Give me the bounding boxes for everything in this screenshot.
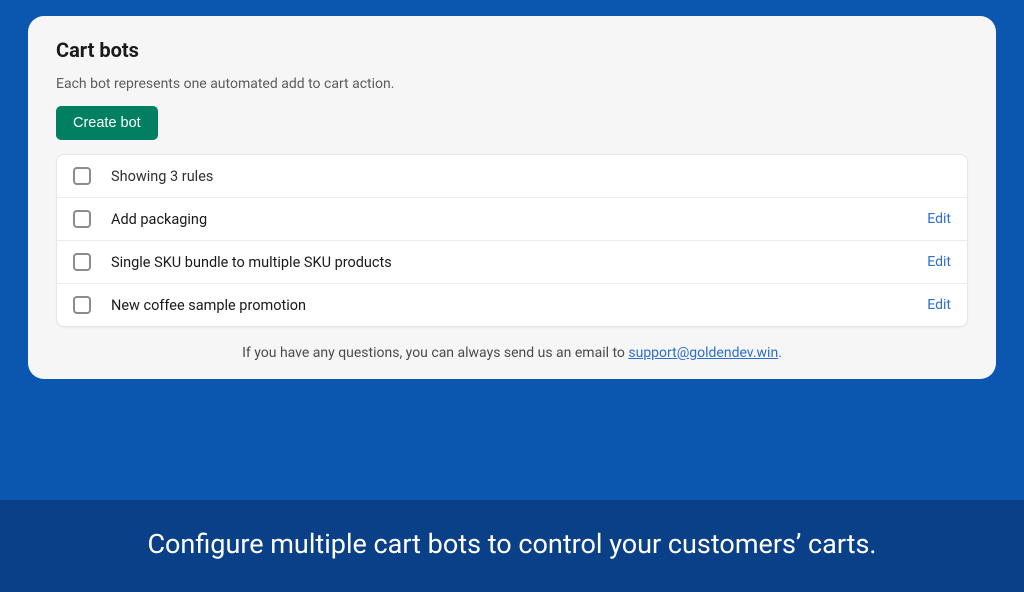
rule-label: Single SKU bundle to multiple SKU produc… — [111, 254, 927, 271]
edit-link[interactable]: Edit — [927, 297, 951, 313]
rule-label: New coffee sample promotion — [111, 297, 927, 314]
footer-suffix: . — [778, 345, 782, 361]
rules-list: Showing 3 rules Add packaging Edit Singl… — [56, 154, 968, 327]
edit-link[interactable]: Edit — [927, 254, 951, 270]
rule-label: Add packaging — [111, 211, 927, 228]
page-title: Cart bots — [56, 38, 968, 62]
rule-checkbox[interactable] — [73, 210, 91, 228]
rule-checkbox[interactable] — [73, 253, 91, 271]
panel-description: Each bot represents one automated add to… — [56, 76, 968, 92]
edit-link[interactable]: Edit — [927, 211, 951, 227]
rule-checkbox[interactable] — [73, 296, 91, 314]
rule-row: Add packaging Edit — [57, 198, 967, 241]
footer-note: If you have any questions, you can alway… — [56, 345, 968, 361]
support-email-link[interactable]: support@goldendev.win — [628, 345, 778, 361]
select-all-checkbox[interactable] — [73, 167, 91, 185]
rule-row: Single SKU bundle to multiple SKU produc… — [57, 241, 967, 284]
create-bot-button[interactable]: Create bot — [56, 106, 158, 140]
footer-prefix: If you have any questions, you can alway… — [242, 345, 628, 361]
marketing-banner: Configure multiple cart bots to control … — [0, 500, 1024, 592]
rule-row: New coffee sample promotion Edit — [57, 284, 967, 326]
list-header-text: Showing 3 rules — [111, 168, 951, 185]
list-header-row: Showing 3 rules — [57, 155, 967, 198]
cart-bots-panel: Cart bots Each bot represents one automa… — [28, 16, 996, 379]
